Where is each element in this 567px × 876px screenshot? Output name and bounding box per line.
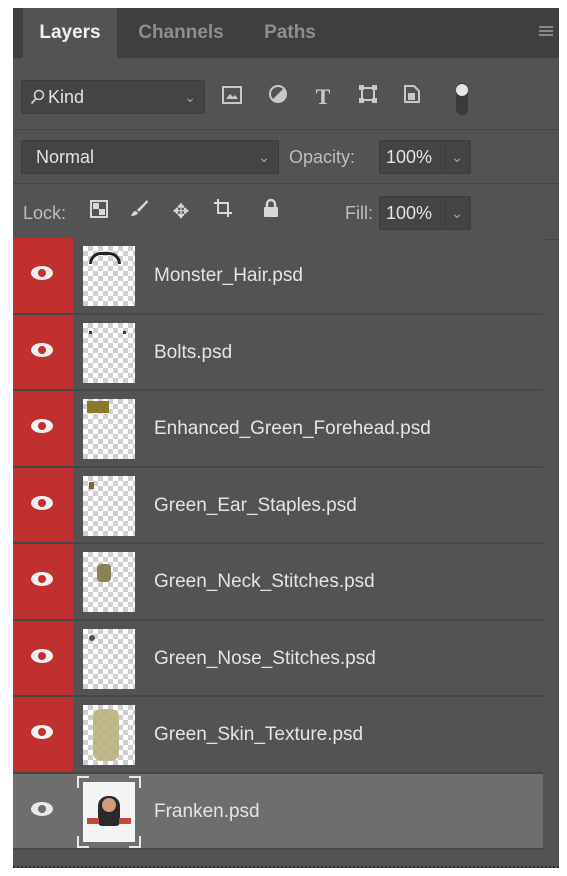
eye-icon — [31, 648, 53, 663]
image-filter-icon[interactable] — [217, 82, 247, 112]
chevron-down-icon: ⌄ — [258, 149, 270, 165]
tab-paths[interactable]: Paths — [247, 8, 333, 58]
visibility-toggle[interactable] — [13, 238, 73, 313]
visibility-toggle[interactable] — [13, 620, 73, 695]
eye-icon — [31, 725, 53, 739]
layer-row[interactable]: Green_Nose_Stitches.psd — [13, 620, 543, 697]
lock-row: Lock: ✥ Fill: 100% ⌄ — [13, 184, 559, 240]
filter-kind-label: Kind — [48, 87, 85, 107]
panel-tab-bar: Layers Channels Paths — [13, 8, 559, 58]
blend-row: Normal ⌄ Opacity: 100% ⌄ — [13, 130, 559, 184]
visibility-toggle[interactable] — [13, 391, 73, 466]
lock-image-pixels-brush-icon[interactable] — [125, 198, 153, 226]
fill-label: Fill: — [345, 203, 373, 223]
layer-thumbnail — [83, 246, 135, 306]
visibility-toggle[interactable] — [13, 314, 73, 389]
visibility-toggle[interactable] — [13, 544, 73, 619]
visibility-toggle[interactable] — [13, 774, 73, 849]
search-icon — [30, 89, 45, 105]
lock-transparent-pixels-icon[interactable] — [85, 198, 113, 226]
layer-name: Green_Skin_Texture.psd — [154, 724, 364, 745]
layer-thumbnail — [83, 475, 135, 536]
filter-toggle-icon[interactable] — [447, 82, 477, 115]
tab-channels[interactable]: Channels — [125, 8, 237, 58]
eye-icon — [31, 419, 53, 433]
layer-name: Green_Ear_Staples.psd — [154, 494, 357, 516]
layer-row[interactable]: Green_Skin_Texture.psd — [13, 697, 543, 774]
panel-footer — [13, 850, 559, 868]
layer-thumbnail — [83, 552, 135, 612]
layer-thumbnail — [83, 322, 135, 383]
visibility-toggle[interactable] — [13, 467, 73, 542]
fill-dropdown-button[interactable]: ⌄ — [445, 196, 469, 230]
adjustment-filter-icon[interactable] — [263, 82, 293, 112]
layer-thumbnail — [83, 628, 135, 689]
layer-name: Franken.psd — [154, 800, 260, 822]
layer-name: Bolts.psd — [154, 341, 233, 363]
layer-row[interactable]: Monster_Hair.psd — [13, 238, 543, 315]
layer-row[interactable]: Green_Ear_Staples.psd — [13, 467, 543, 544]
eye-icon — [31, 266, 53, 280]
layer-thumbnail — [83, 705, 135, 765]
layer-row[interactable]: Green_Neck_Stitches.psd — [13, 544, 543, 621]
filter-row: Kind ⌄ T — [13, 58, 559, 130]
tab-layers[interactable]: Layers — [23, 8, 117, 58]
layer-thumbnail — [83, 399, 135, 459]
layer-thumbnail — [77, 775, 141, 848]
type-filter-icon[interactable]: T — [308, 82, 338, 112]
eye-icon — [31, 342, 53, 357]
layer-row-selected[interactable]: Franken.psd — [13, 773, 543, 850]
layer-name: Enhanced_Green_Forehead.psd — [154, 418, 431, 439]
layer-name: Green_Neck_Stitches.psd — [154, 571, 375, 592]
layer-name: Monster_Hair.psd — [154, 265, 303, 286]
blend-mode-value: Normal — [36, 147, 95, 167]
layer-row[interactable]: Enhanced_Green_Forehead.psd — [13, 391, 543, 468]
filter-kind-select[interactable]: Kind ⌄ — [21, 80, 205, 114]
opacity-label: Opacity: — [289, 147, 356, 167]
lock-position-move-icon[interactable]: ✥ — [167, 198, 195, 226]
panel-menu-icon[interactable] — [539, 26, 553, 38]
layers-list: Monster_Hair.psd Bolts.psd Enhanced_Gree… — [13, 238, 543, 850]
chevron-down-icon: ⌄ — [184, 89, 196, 105]
lock-label: Lock: — [23, 203, 67, 223]
visibility-toggle[interactable] — [13, 697, 73, 772]
eye-icon — [31, 801, 53, 816]
layers-panel: Layers Channels Paths Kind ⌄ T Normal ⌄ … — [13, 8, 559, 868]
opacity-dropdown-button[interactable]: ⌄ — [445, 140, 469, 174]
eye-icon — [31, 572, 53, 586]
shape-filter-icon[interactable] — [353, 82, 383, 112]
smart-object-filter-icon[interactable] — [397, 82, 427, 112]
eye-icon — [31, 495, 53, 510]
layer-row[interactable]: Bolts.psd — [13, 314, 543, 391]
blend-mode-select[interactable]: Normal ⌄ — [21, 140, 279, 174]
lock-all-icon[interactable] — [257, 198, 285, 226]
layer-name: Green_Nose_Stitches.psd — [154, 647, 376, 669]
lock-artboard-icon[interactable] — [209, 198, 237, 226]
